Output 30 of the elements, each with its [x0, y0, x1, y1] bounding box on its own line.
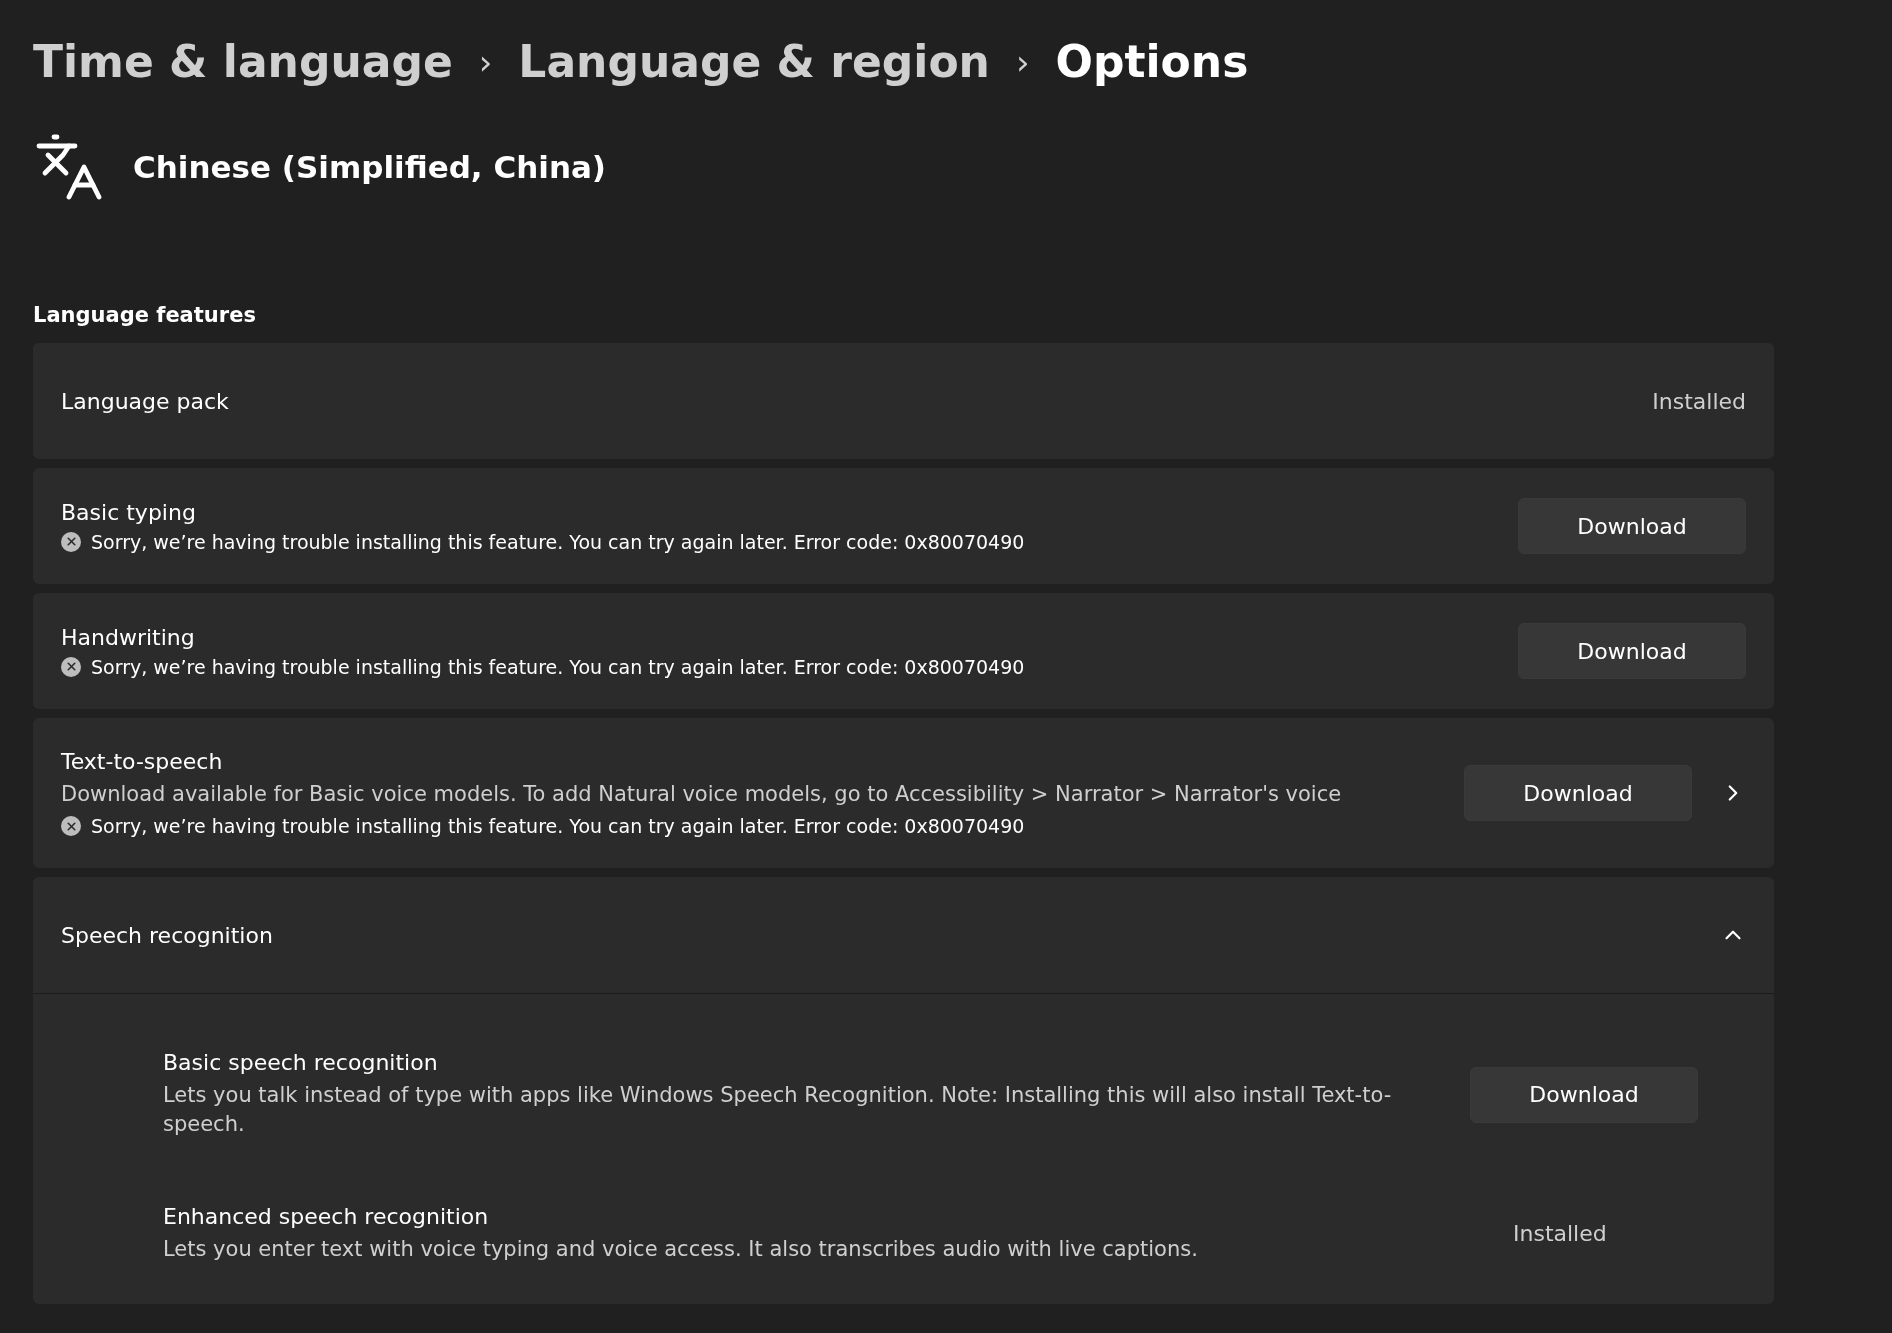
feature-description: Lets you enter text with voice typing and voice access. It also transcribes audio with live captions. [163, 1235, 1199, 1263]
download-button[interactable]: Download [1518, 498, 1746, 554]
breadcrumb-item: Options [1055, 36, 1249, 87]
download-button[interactable]: Download [1470, 1066, 1698, 1123]
feature-title: Basic typing [61, 499, 197, 525]
feature-title: Basic speech recognition [163, 1050, 439, 1075]
error-icon [61, 816, 81, 837]
error-icon [61, 656, 81, 677]
section-title: Language features [33, 303, 257, 327]
feature-title: Enhanced speech recognition [163, 1203, 490, 1229]
download-button[interactable]: Download [1518, 623, 1746, 679]
feature-title: Speech recognition [61, 922, 274, 948]
breadcrumb-separator: › [478, 41, 493, 82]
breadcrumb-item[interactable]: Time & language [33, 36, 453, 87]
feature-title: Handwriting [61, 624, 196, 650]
feature-description: Lets you talk instead of type with apps like Windows Speech Recognition. Note: Installing this will also install Text-to-speech. [163, 1082, 1393, 1139]
language-name: Chinese (Simplified, China) [133, 149, 607, 185]
feature-title: Text-to-speech [61, 748, 224, 774]
error-message: Sorry, we’re having trouble installing this feature. You can try again later. Error code: 0x80070490 [91, 815, 1025, 838]
download-button[interactable]: Download [1464, 765, 1692, 821]
error-message: Sorry, we’re having trouble installing this feature. You can try again later. Error code: 0x80070490 [91, 530, 1025, 553]
error-icon [61, 531, 81, 552]
error-message: Sorry, we’re having trouble installing this feature. You can try again later. Error code: 0x80070490 [91, 655, 1025, 678]
feature-title: Language pack [61, 388, 230, 414]
breadcrumb-separator: › [1015, 41, 1030, 82]
expander-header[interactable]: Speech recognition [33, 877, 1774, 994]
feature-description: Download available for Basic voice models. To add Natural voice models, go to Accessibility > Narrator > Narrator's voice [61, 780, 1343, 808]
breadcrumb-item[interactable]: Language & region [518, 36, 990, 87]
status-text: Installed [1652, 388, 1746, 414]
status-text: Installed [1513, 1221, 1607, 1247]
